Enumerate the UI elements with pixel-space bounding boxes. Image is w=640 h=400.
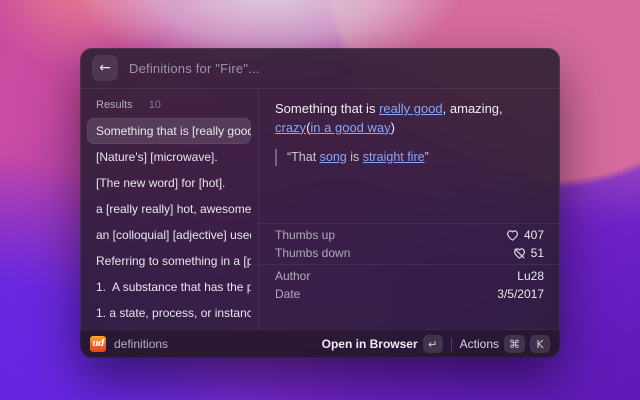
footer-separator — [450, 337, 452, 351]
list-item[interactable]: a [really really] hot, awesome or ama... — [87, 196, 251, 222]
thumbs-up-value: 407 — [506, 228, 544, 242]
example-segment: ” — [424, 149, 429, 164]
cmd-key-badge: ⌘ — [504, 335, 525, 353]
detail-content: Something that is really good, amazing, … — [259, 89, 560, 223]
example-link[interactable]: straight fire — [363, 150, 425, 164]
example-segment: “That — [287, 149, 320, 164]
results-count: 10 — [148, 99, 161, 111]
raycast-window: ← Definitions for "Fire"... Results 10 S… — [80, 48, 560, 358]
list-item[interactable]: 1. a state, process, or instance of [co.… — [87, 300, 251, 326]
actions-label: Actions — [459, 337, 499, 351]
actions-button[interactable]: Actions ⌘ K — [460, 335, 550, 353]
definition-text: Something that is really good, amazing, … — [275, 100, 544, 138]
example-link[interactable]: song — [320, 150, 347, 164]
back-button[interactable]: ← — [92, 55, 118, 81]
list-item[interactable]: [Nature's] [microwave]. — [87, 144, 251, 170]
thumbs-down-count: 51 — [530, 246, 544, 260]
author-label: Author — [275, 269, 311, 283]
open-in-browser-button[interactable]: Open in Browser ↵ — [322, 335, 443, 353]
date-row: Date 3/5/2017 — [259, 285, 560, 303]
results-list[interactable]: Results 10 Something that is [really goo… — [80, 89, 259, 329]
return-key-badge: ↵ — [422, 335, 443, 353]
list-item[interactable]: [The new word] for [hot]. — [87, 170, 251, 196]
window-header: ← Definitions for "Fire"... — [80, 48, 560, 89]
info-metadata: Author Lu28 Date 3/5/2017 — [259, 264, 560, 305]
definition-link[interactable]: really good — [379, 101, 443, 116]
definition-segment: Something that is — [275, 101, 380, 116]
thumbs-down-label: Thumbs down — [275, 246, 351, 260]
window-body: Results 10 Something that is [really goo… — [80, 89, 560, 329]
thumbs-up-row: Thumbs up 407 — [259, 226, 560, 244]
definition-segment: , amazing, — [442, 101, 503, 116]
list-item[interactable]: Something that is [really good], ama... — [87, 118, 251, 144]
list-item[interactable]: an [colloquial] [adjective] used to de..… — [87, 222, 251, 248]
thumbs-up-label: Thumbs up — [275, 228, 336, 242]
thumbs-down-row: Thumbs down 51 — [259, 244, 560, 262]
thumbs-down-value: 51 — [513, 246, 544, 260]
command-name: definitions — [114, 337, 169, 351]
results-label: Results — [96, 99, 133, 111]
urban-dictionary-icon: ud — [90, 336, 106, 352]
page-title: Definitions for "Fire"... — [129, 60, 260, 76]
detail-panel: Something that is really good, amazing, … — [259, 89, 560, 329]
date-value: 3/5/2017 — [497, 287, 544, 301]
example-quote: “That song is straight fire” — [275, 148, 544, 167]
author-row: Author Lu28 — [259, 267, 560, 285]
back-arrow-icon: ← — [99, 60, 111, 76]
heart-off-icon — [513, 247, 525, 259]
list-item[interactable]: 1. A substance that has the power t... — [87, 274, 251, 300]
list-item[interactable]: Referring to something in a [positive... — [87, 248, 251, 274]
thumbs-up-count: 407 — [523, 228, 544, 242]
heart-icon — [506, 229, 518, 241]
date-label: Date — [275, 287, 301, 301]
votes-metadata: Thumbs up 407 Thumbs down 51 — [259, 223, 560, 264]
definition-segment: ) — [390, 119, 395, 135]
results-header: Results 10 — [96, 99, 251, 111]
k-key-badge: K — [530, 335, 550, 353]
open-in-browser-label: Open in Browser — [321, 337, 418, 351]
action-bar: ud definitions Open in Browser ↵ Actions… — [80, 329, 560, 358]
definition-link[interactable]: crazy — [275, 120, 306, 135]
definition-link[interactable]: in a good way — [310, 120, 390, 135]
example-segment: is — [346, 149, 363, 164]
author-value: Lu28 — [517, 269, 544, 283]
